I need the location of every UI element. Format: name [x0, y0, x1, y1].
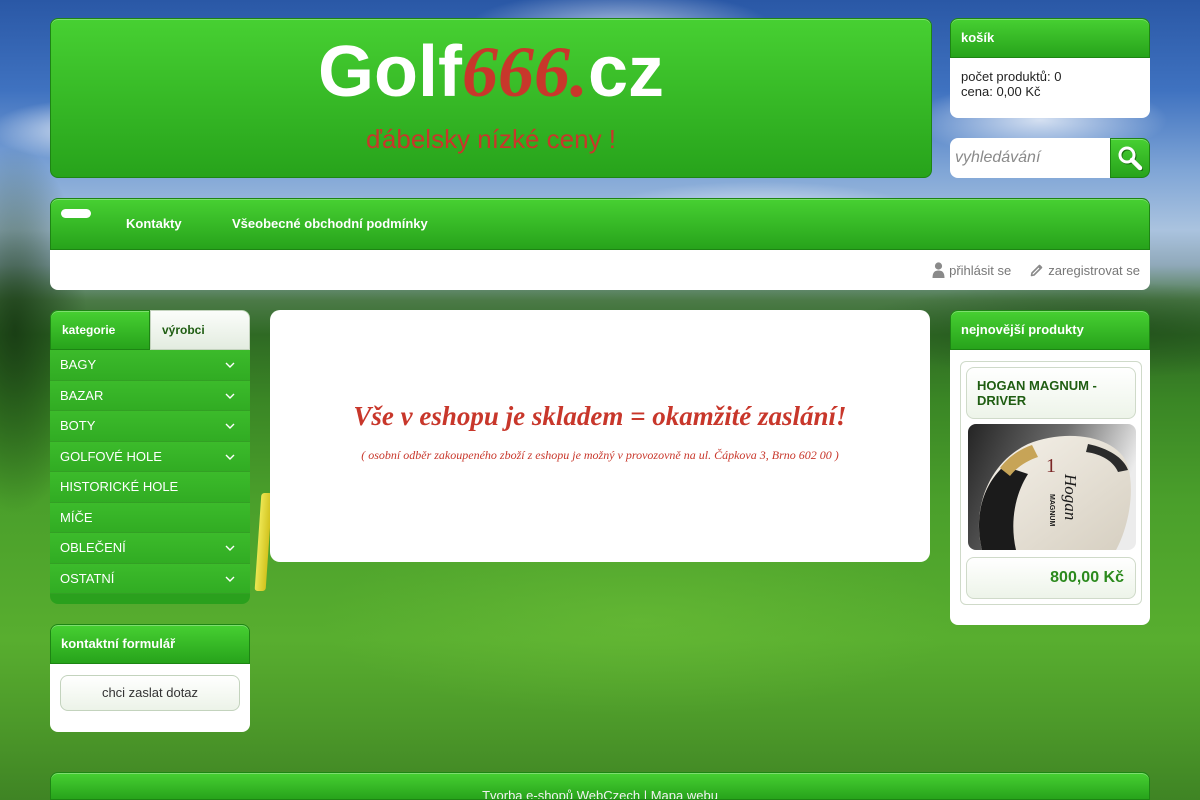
send-inquiry-button[interactable]: chci zaslat dotaz	[60, 675, 240, 711]
logo-number: 666.	[461, 32, 588, 112]
category-label: BAGY	[60, 357, 97, 372]
search-button[interactable]	[1110, 138, 1150, 178]
pickup-note: ( osobní odběr zakoupeného zboží z eshop…	[361, 448, 839, 462]
category-box: kategorie výrobci BAGY BAZAR BOTY GOLFOV…	[50, 310, 250, 604]
cart-price-label: cena:	[961, 84, 993, 99]
logo-tld: cz	[587, 32, 664, 112]
category-item-bagy[interactable]: BAGY	[50, 350, 250, 381]
nav-item-terms[interactable]: Všeobecné obchodní podmínky	[232, 199, 428, 249]
login-label: přihlásit se	[949, 262, 1012, 278]
category-list: BAGY BAZAR BOTY GOLFOVÉ HOLE HISTORICKÉ …	[50, 350, 250, 594]
chevron-down-icon[interactable]	[225, 393, 235, 399]
category-item-mice[interactable]: MÍČE	[50, 502, 250, 533]
cart-count-value: 0	[1054, 69, 1062, 84]
cart-count-label: počet produktů:	[961, 69, 1051, 84]
category-item-historicke-hole[interactable]: HISTORICKÉ HOLE	[50, 472, 250, 503]
newest-products-box: nejnovější produkty HOGAN MAGNUM - DRIVE…	[950, 310, 1150, 625]
category-label: MÍČE	[60, 509, 93, 525]
search-input[interactable]	[950, 138, 1110, 178]
register-label: zaregistrovat se	[1048, 262, 1140, 278]
site-footer: Tvorba e-shopů WebCzech | Mapa webu	[50, 772, 1150, 800]
cart-count-line: počet produktů: 0	[961, 69, 1139, 84]
chevron-down-icon[interactable]	[225, 545, 235, 551]
footer-separator: |	[643, 788, 648, 800]
logo-golf: Golf	[317, 32, 462, 112]
nav-item-contacts[interactable]: Kontakty	[126, 199, 182, 249]
category-label: HISTORICKÉ HOLE	[60, 479, 179, 494]
product-photo: 1 Hogan MAGNUM	[968, 424, 1136, 550]
tab-manufacturers[interactable]: výrobci	[150, 310, 250, 350]
site-header: Golf666.cz ďábelsky nízké ceny !	[50, 18, 932, 178]
chevron-down-icon[interactable]	[225, 362, 235, 368]
site-logo[interactable]: Golf666.cz	[51, 36, 931, 108]
category-item-ostatni[interactable]: OSTATNÍ	[50, 563, 250, 594]
contact-form-body: chci zaslat dotaz	[50, 664, 250, 732]
cart-title[interactable]: košík	[950, 18, 1150, 58]
user-bar: přihlásit se zaregistrovat se	[50, 250, 1150, 290]
user-icon	[932, 262, 945, 278]
product-image[interactable]: 1 Hogan MAGNUM	[968, 424, 1136, 550]
chevron-down-icon[interactable]	[225, 423, 235, 429]
newest-products-body: HOGAN MAGNUM - DRIVER 1 Hogan MAGNUM 800…	[950, 350, 1150, 625]
chevron-down-icon[interactable]	[225, 576, 235, 582]
product-name[interactable]: HOGAN MAGNUM - DRIVER	[966, 367, 1136, 419]
photo-brand: Hogan	[1061, 473, 1080, 520]
chevron-down-icon[interactable]	[225, 454, 235, 460]
category-label: GOLFOVÉ HOLE	[60, 448, 162, 464]
category-item-boty[interactable]: BOTY	[50, 411, 250, 442]
footer-links: Tvorba e-shopů WebCzech | Mapa webu	[51, 788, 1149, 800]
register-link[interactable]: zaregistrovat se	[1030, 263, 1140, 278]
cart-body: počet produktů: 0 cena: 0,00 Kč	[950, 58, 1150, 118]
cart-price-value: 0,00 Kč	[996, 84, 1041, 99]
photo-model: MAGNUM	[1048, 494, 1055, 526]
sidebar-tabs: kategorie výrobci	[50, 310, 250, 350]
category-label: OBLEČENÍ	[60, 540, 126, 555]
product-card: HOGAN MAGNUM - DRIVER 1 Hogan MAGNUM 800…	[960, 361, 1142, 605]
login-link[interactable]: přihlásit se	[932, 262, 1011, 278]
contact-form-title: kontaktní formulář	[50, 624, 250, 664]
main-nav: Kontakty Všeobecné obchodní podmínky	[50, 198, 1150, 250]
cart-box: košík počet produktů: 0 cena: 0,00 Kč	[950, 18, 1150, 118]
footer-link-webczech[interactable]: Tvorba e-shopů WebCzech	[482, 788, 640, 799]
tab-categories[interactable]: kategorie	[50, 310, 150, 350]
pencil-icon	[1030, 264, 1043, 277]
category-label: BOTY	[60, 418, 96, 433]
contact-form-box: kontaktní formulář chci zaslat dotaz	[50, 624, 250, 732]
product-price: 800,00 Kč	[966, 557, 1136, 599]
category-label: BAZAR	[60, 387, 104, 403]
main-content: Vše v eshopu je skladem = okamžité zaslá…	[270, 310, 930, 562]
cart-price-line: cena: 0,00 Kč	[961, 84, 1139, 99]
site-tagline: ďábelsky nízké ceny !	[365, 124, 617, 154]
photo-number: 1	[1046, 455, 1056, 477]
stock-headline: Vše v eshopu je skladem = okamžité zaslá…	[353, 401, 847, 431]
search-icon	[1118, 146, 1143, 171]
footer-link-sitemap[interactable]: Mapa webu	[651, 788, 718, 799]
home-icon[interactable]	[61, 209, 91, 218]
category-item-bazar[interactable]: BAZAR	[50, 380, 250, 411]
category-item-obleceni[interactable]: OBLEČENÍ	[50, 533, 250, 564]
category-item-golfove-hole[interactable]: GOLFOVÉ HOLE	[50, 441, 250, 472]
category-label: OSTATNÍ	[60, 570, 115, 586]
newest-products-title: nejnovější produkty	[950, 310, 1150, 350]
